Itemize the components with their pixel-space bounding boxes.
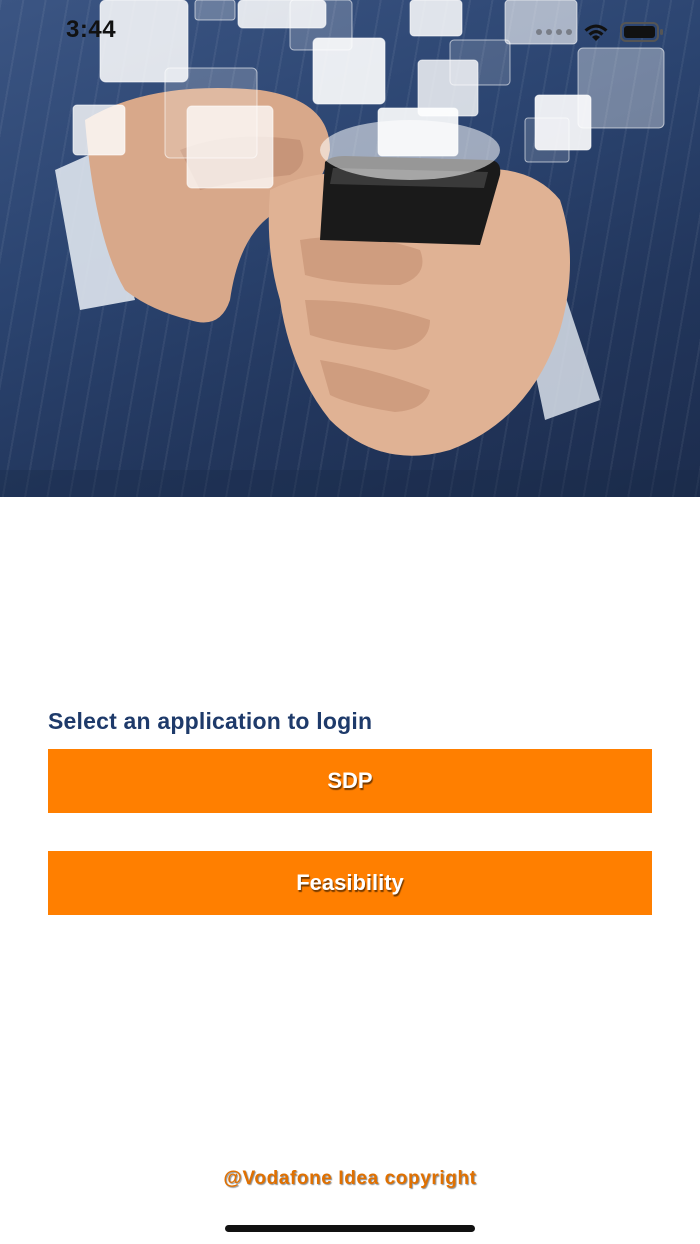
login-prompt: Select an application to login <box>48 708 373 734</box>
wifi-icon <box>584 24 608 41</box>
battery-icon <box>620 22 663 42</box>
status-time: 3:44 <box>66 16 117 43</box>
feasibility-button-label: Feasibility <box>296 870 404 895</box>
sdp-button[interactable]: SDP <box>48 749 652 813</box>
login-selection-screen: 3:44 Select an application to login SDP … <box>0 0 700 1244</box>
sdp-button-label: SDP <box>327 768 373 793</box>
home-indicator[interactable] <box>225 1225 475 1232</box>
hand-holding-phone-icon <box>0 0 700 497</box>
status-indicators <box>536 20 664 44</box>
status-bar: 3:44 <box>0 0 700 62</box>
copyright-text: @Vodafone Idea copyright <box>223 1168 477 1189</box>
hero-image <box>0 0 700 497</box>
feasibility-button[interactable]: Feasibility <box>48 851 652 915</box>
cellular-signal-icon <box>536 29 572 35</box>
